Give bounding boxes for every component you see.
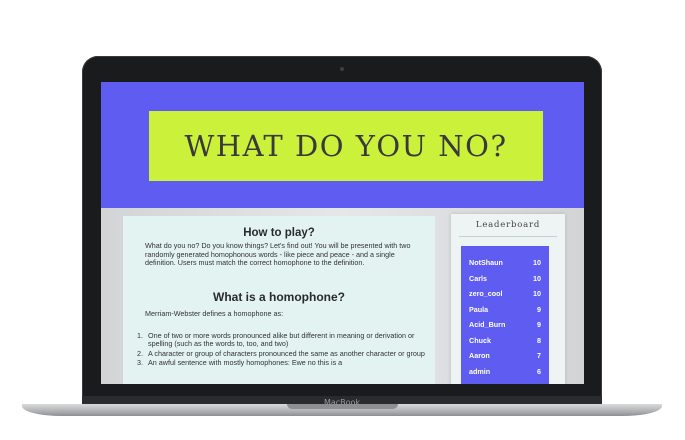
player-score: 10 <box>533 289 541 299</box>
player-score: 8 <box>537 335 541 345</box>
player-name: Aaron <box>469 351 490 361</box>
leaderboard-row: Carls 10 <box>461 271 549 287</box>
definition-list: One of two or more words pronounced alik… <box>135 331 425 369</box>
leaderboard-row: Paula 9 <box>461 302 549 318</box>
player-score: 9 <box>537 304 541 314</box>
camera-dot <box>340 67 344 71</box>
player-name: admin <box>469 366 491 376</box>
player-name: Paula <box>469 304 489 314</box>
player-score: 10 <box>533 273 541 283</box>
laptop-notch <box>287 404 398 409</box>
hero-banner: WHAT DO YOU NO? <box>101 82 584 208</box>
player-score: 10 <box>533 258 541 268</box>
homophone-intro: Merriam-Webster defines a homophone as: <box>145 309 284 318</box>
player-name: NotShaun <box>469 258 503 268</box>
leaderboard-row: Acid_Burn 9 <box>461 317 549 333</box>
player-score: 9 <box>537 320 541 330</box>
how-to-heading: How to play? <box>243 227 315 239</box>
leaderboard-row: Aaron 7 <box>461 348 549 364</box>
definition-item: One of two or more words pronounced alik… <box>145 331 425 349</box>
content-area: How to play? What do you no? Do you know… <box>101 208 584 384</box>
page-title: WHAT DO YOU NO? <box>184 129 508 163</box>
how-to-intro: What do you no? Do you know things? Let'… <box>145 241 411 268</box>
title-box: WHAT DO YOU NO? <box>149 111 543 181</box>
definition-item: A character or group of characters prono… <box>145 349 425 358</box>
player-name: zero_cool <box>469 289 503 299</box>
player-name: Acid_Burn <box>469 320 506 330</box>
how-to-play-card: How to play? What do you no? Do you know… <box>123 216 435 384</box>
leaderboard-row: NotShaun 10 <box>461 255 549 271</box>
homophone-heading: What is a homophone? <box>213 290 345 304</box>
laptop-screen: WHAT DO YOU NO? How to play? What do you… <box>101 82 584 384</box>
leaderboard-row: admin 6 <box>461 364 549 380</box>
leaderboard-title: Leaderboard <box>475 220 541 230</box>
leaderboard-list: NotShaun 10 Carls 10 zero_cool 10 Paula 9 Ac… <box>461 246 549 384</box>
player-name: Chuck <box>469 335 491 345</box>
leaderboard-row: Chuck 8 <box>461 333 549 349</box>
definition-item: An awful sentence with mostly homophones… <box>145 358 425 367</box>
leaderboard-divider <box>459 236 557 237</box>
player-score: 7 <box>537 351 541 361</box>
leaderboard-panel: Leaderboard NotShaun 10 Carls 10 zero_cool… <box>451 214 565 384</box>
player-score: 6 <box>537 366 541 376</box>
player-name: Carls <box>469 273 487 283</box>
leaderboard-row: zero_cool 10 <box>461 286 549 302</box>
